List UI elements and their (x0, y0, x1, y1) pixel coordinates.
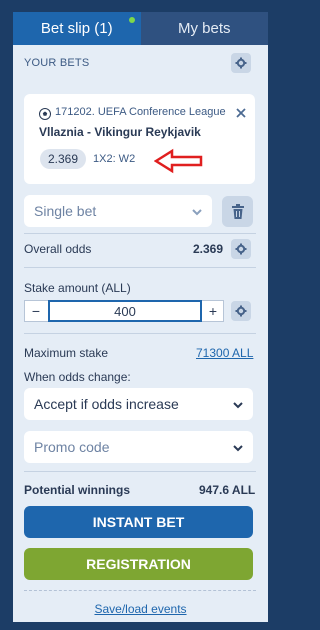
divider (24, 333, 256, 334)
tab-my-bets-label: My bets (177, 20, 231, 37)
divider (24, 233, 256, 234)
promo-code-placeholder: Promo code (34, 439, 110, 455)
stake-label: Stake amount (ALL) (24, 281, 131, 295)
stake-decrease-button[interactable]: − (25, 301, 47, 321)
overall-odds-value: 2.369 (193, 242, 224, 256)
overall-odds-label: Overall odds (24, 242, 92, 256)
odds-badge: 2.369 (40, 149, 86, 169)
potential-winnings-label: Potential winnings (24, 483, 131, 497)
tab-bar: Bet slip (1) My bets (13, 12, 268, 45)
league-name: 171202. UEFA Conference League (55, 106, 226, 118)
potential-winnings-value: 947.6 ALL (199, 483, 256, 497)
stake-increase-button[interactable]: + (202, 301, 224, 321)
maximum-stake-label: Maximum stake (24, 346, 109, 360)
dashed-divider (24, 590, 256, 591)
save-load-events-link[interactable]: Save/load events (13, 602, 268, 616)
maximum-stake-link[interactable]: 71300 ALL (196, 346, 253, 360)
registration-button[interactable]: REGISTRATION (24, 548, 253, 580)
trash-icon[interactable] (222, 196, 253, 227)
divider (24, 267, 256, 268)
gear-icon[interactable] (231, 53, 251, 73)
stake-input[interactable]: 400 (48, 300, 202, 322)
bet-slip-panel: YOUR BETS 171202. UEFA Conference League… (13, 45, 268, 622)
chevron-down-icon (191, 205, 203, 217)
tab-my-bets[interactable]: My bets (140, 12, 268, 45)
chevron-down-icon (232, 441, 244, 453)
market-name: 1X2: W2 (93, 153, 136, 165)
tab-bet-slip[interactable]: Bet slip (1) (13, 12, 141, 45)
bet-card: 171202. UEFA Conference League Vllaznia … (24, 94, 255, 184)
odds-change-value: Accept if odds increase (34, 396, 179, 412)
soccer-ball-icon (39, 107, 51, 120)
odds-change-select[interactable]: Accept if odds increase (24, 388, 253, 420)
tab-bet-slip-label: Bet slip (1) (40, 20, 113, 37)
red-arrow-icon (153, 148, 204, 174)
close-icon[interactable] (235, 106, 247, 118)
gear-icon[interactable] (231, 239, 251, 259)
your-bets-label: YOUR BETS (24, 57, 90, 69)
promo-code-field[interactable]: Promo code (24, 431, 253, 463)
bet-type-select[interactable]: Single bet (24, 195, 212, 227)
chevron-down-icon (232, 398, 244, 410)
notification-dot (129, 17, 135, 23)
odds-change-label: When odds change: (24, 370, 131, 384)
stake-stepper: − 400 + (24, 300, 224, 322)
gear-icon[interactable] (231, 301, 251, 321)
match-name: Vllaznia - Vikingur Reykjavik (39, 125, 201, 139)
divider (24, 471, 256, 472)
bet-slip-widget: Bet slip (1) My bets YOUR BETS 171202. U… (13, 12, 268, 630)
bet-type-value: Single bet (34, 203, 97, 219)
instant-bet-button[interactable]: INSTANT BET (24, 506, 253, 538)
